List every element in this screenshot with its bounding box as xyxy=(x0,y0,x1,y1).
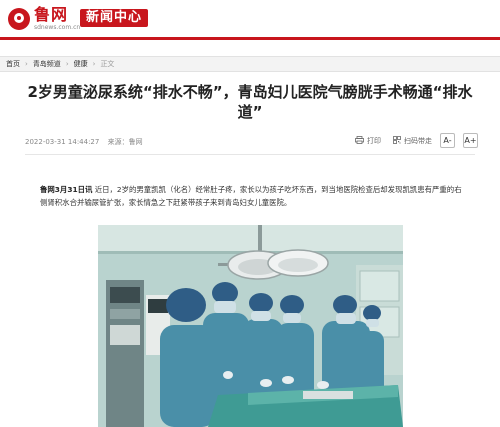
article-meta: 2022-03-31 14:44:27 来源：鲁网 xyxy=(25,137,149,147)
lead-text: 近日，2岁的男童凯凯（化名）经常肚子疼，家长以为孩子吃坏东西，到当地医院检查后却… xyxy=(40,185,462,207)
lead-dateline: 鲁网3月31日讯 xyxy=(40,185,93,194)
breadcrumb-separator: › xyxy=(65,60,69,68)
font-decrease-button[interactable]: A- xyxy=(440,133,455,148)
surgery-photo-illustration xyxy=(98,225,403,427)
breadcrumb-separator: › xyxy=(25,60,28,68)
print-button[interactable]: 打印 xyxy=(355,135,381,146)
meta-divider xyxy=(25,154,475,155)
breadcrumb-item-qingdao[interactable]: 青岛频道 xyxy=(33,57,61,71)
article-tools: 打印 扫码带走 A- A+ xyxy=(343,133,478,148)
print-label: 打印 xyxy=(367,136,381,145)
article-photo[interactable] xyxy=(98,225,403,427)
scan-label: 扫码带走 xyxy=(404,136,432,145)
article-datetime: 2022-03-31 14:44:27 xyxy=(25,138,100,146)
article-source: 来源：鲁网 xyxy=(107,138,143,146)
article-title: 2岁男童泌尿系统“排水不畅”，青岛妇儿医院气膀胱手术畅通“排水道” xyxy=(27,83,473,121)
breadcrumb-separator: › xyxy=(92,60,96,68)
breadcrumb-item-home[interactable]: 首页 xyxy=(6,57,20,71)
site-header: 鲁网 sdnews.com.cn 新闻中心 xyxy=(0,0,500,40)
breadcrumb-item-health[interactable]: 健康 xyxy=(74,57,88,71)
logo-icon xyxy=(8,8,30,30)
logo-domain: sdnews.com.cn xyxy=(34,24,81,31)
printer-icon xyxy=(355,135,364,146)
font-increase-button[interactable]: A+ xyxy=(463,133,478,148)
site-logo[interactable]: 鲁网 sdnews.com.cn xyxy=(8,5,80,33)
breadcrumb: 首页 › 青岛频道 › 健康 › 正文 xyxy=(0,56,500,72)
logo-name: 鲁网 xyxy=(34,5,69,24)
scan-qr-button[interactable]: 扫码带走 xyxy=(393,135,432,146)
breadcrumb-current: 正文 xyxy=(100,60,115,68)
qr-code-icon xyxy=(393,135,401,146)
channel-badge[interactable]: 新闻中心 xyxy=(80,9,149,27)
logo-text: 鲁网 sdnews.com.cn xyxy=(34,7,80,31)
article-lead: 鲁网3月31日讯 近日，2岁的男童凯凯（化名）经常肚子疼，家长以为孩子吃坏东西，… xyxy=(40,183,465,209)
